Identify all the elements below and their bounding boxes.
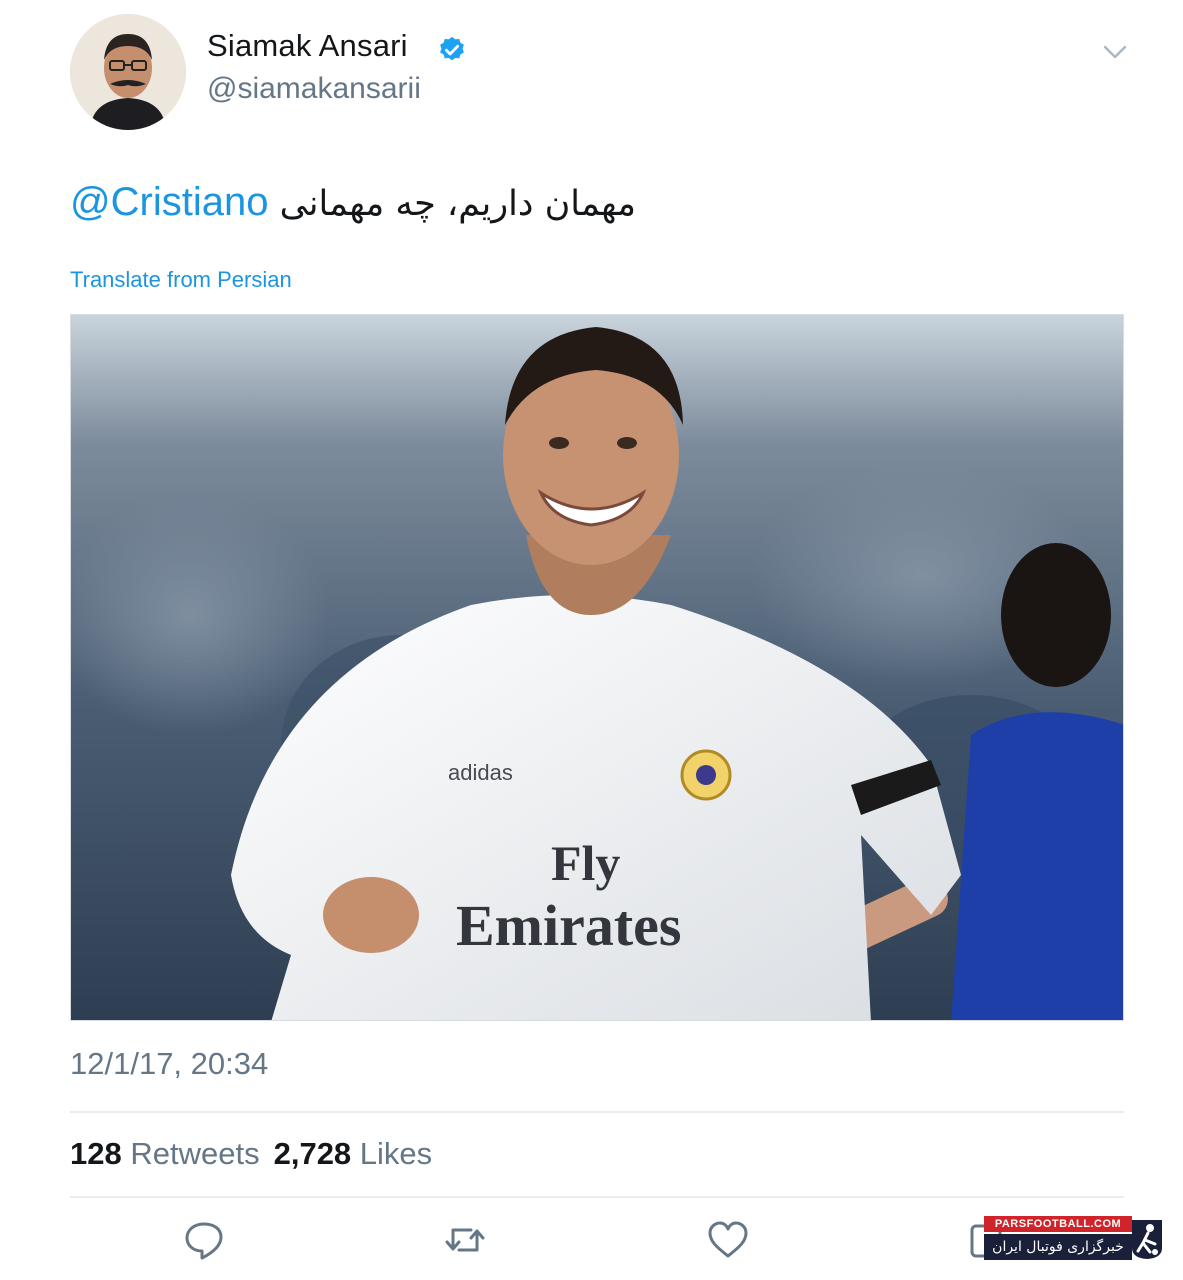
chevron-down-icon[interactable]: [1100, 40, 1130, 64]
like-icon[interactable]: [706, 1218, 750, 1262]
verified-badge-icon: [440, 36, 464, 61]
tweet-photo-image: adidas Fly Emirates: [71, 315, 1123, 1020]
tweet-photo[interactable]: adidas Fly Emirates: [70, 314, 1124, 1021]
divider: [70, 1111, 1124, 1113]
tweet-timestamp[interactable]: 12/1/17, 20:34: [70, 1046, 268, 1082]
brand-text: adidas: [448, 760, 513, 785]
user-handle[interactable]: @siamakansarii: [207, 72, 421, 106]
jersey-text-emirates: Emirates: [456, 893, 682, 958]
translate-link[interactable]: Translate from Persian: [70, 267, 292, 293]
tweet-text: @Cristiano مهمان داریم، چه مهمانی: [70, 180, 636, 225]
football-player-logo-icon: [1132, 1220, 1162, 1259]
likes-stat[interactable]: 2,728 Likes: [274, 1136, 433, 1171]
likes-label: Likes: [359, 1136, 433, 1171]
display-name[interactable]: Siamak Ansari: [207, 28, 408, 64]
avatar-image: [70, 14, 186, 130]
parsfootball-watermark: PARSFOOTBALL.COM خبرگزاری فوتبال ایران: [978, 1216, 1168, 1262]
retweets-count: 128: [70, 1136, 122, 1171]
divider: [70, 1196, 1124, 1198]
jersey-text-fly: Fly: [551, 835, 620, 891]
reply-icon[interactable]: [182, 1218, 226, 1262]
tweet-text-persian: مهمان داریم، چه مهمانی: [279, 184, 637, 224]
watermark-site: PARSFOOTBALL.COM: [984, 1216, 1132, 1232]
avatar[interactable]: [70, 14, 186, 130]
mention-link[interactable]: @Cristiano: [70, 180, 268, 224]
retweet-icon[interactable]: [443, 1218, 487, 1262]
retweets-label: Retweets: [130, 1136, 260, 1171]
tweet-stats: 128 Retweets 2,728 Likes: [70, 1136, 432, 1172]
likes-count: 2,728: [273, 1136, 352, 1171]
watermark-tagline: خبرگزاری فوتبال ایران: [984, 1234, 1132, 1260]
retweets-stat[interactable]: 128 Retweets: [70, 1136, 260, 1171]
